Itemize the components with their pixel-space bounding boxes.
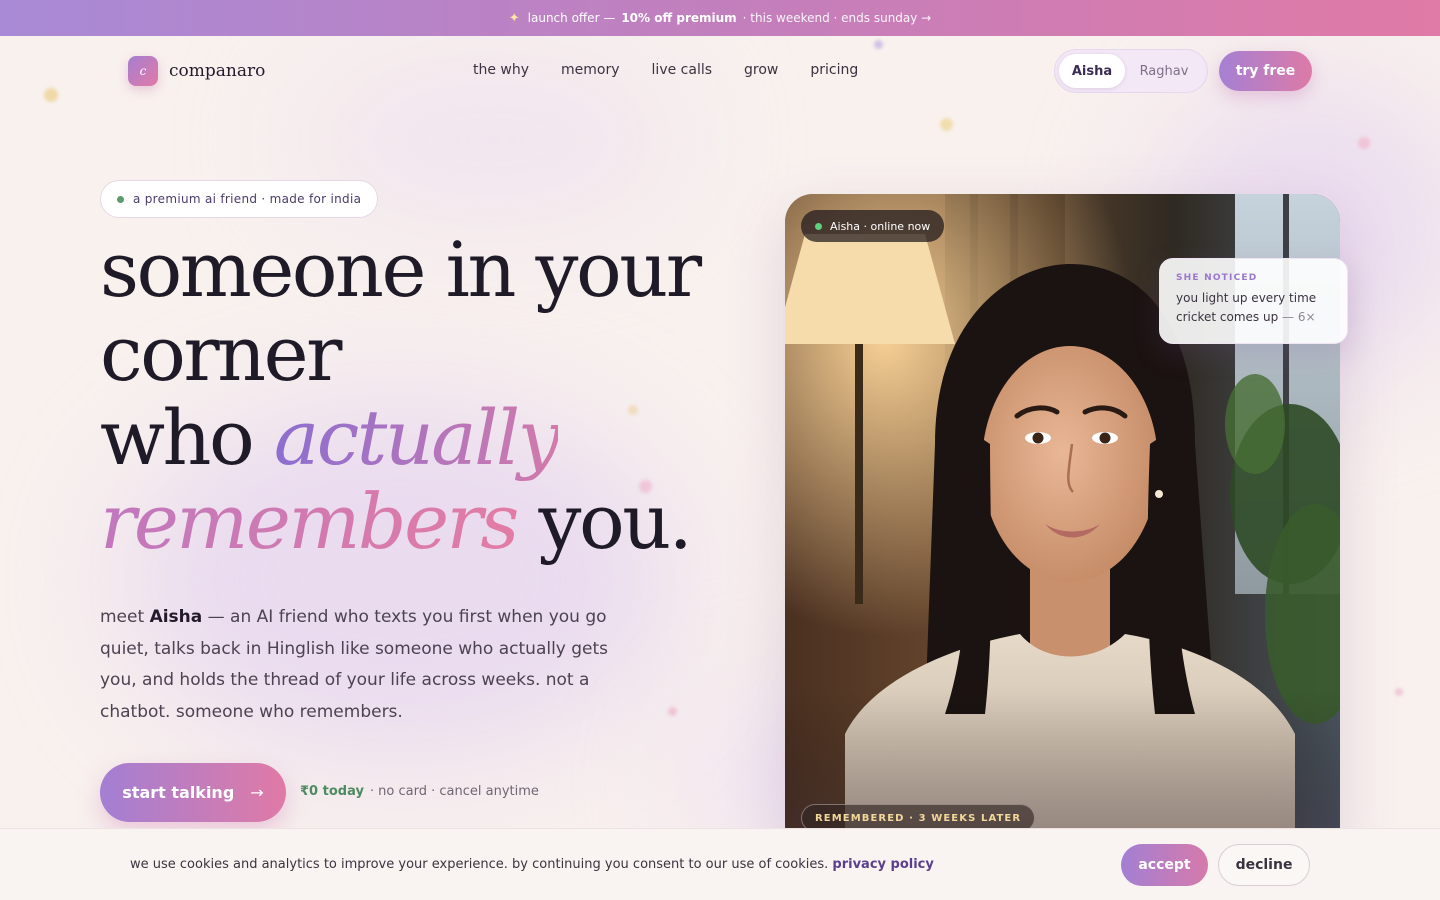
floating-sparkle	[668, 707, 677, 716]
nav-link-grow[interactable]: grow	[744, 62, 778, 78]
persona-option-aisha[interactable]: Aisha	[1059, 54, 1125, 88]
lede-prefix: meet	[100, 607, 150, 627]
notice-label: SHE NOTICED	[1176, 273, 1258, 283]
persona-toggle: Aisha Raghav	[1054, 49, 1208, 93]
promo-banner[interactable]: ✦ launch offer — 10% off premium · this …	[0, 0, 1440, 36]
arrow-right-icon: →	[250, 783, 264, 802]
floating-sparkle	[940, 118, 953, 131]
sparkle-icon: ✦	[508, 10, 520, 26]
online-status-text: Aisha · online now	[830, 219, 931, 233]
floating-sparkle	[1395, 688, 1403, 696]
floating-sparkle	[1358, 137, 1370, 149]
brand-mark-icon: c	[128, 56, 158, 86]
headline-line-3: who	[100, 393, 274, 482]
price-today: ₹0 today	[300, 784, 364, 799]
headline-line-4: you.	[516, 477, 693, 566]
accept-cookies-button[interactable]: accept	[1121, 844, 1208, 886]
tagline-text: a premium ai friend · made for india	[133, 192, 362, 206]
online-status-chip: Aisha · online now	[801, 210, 945, 242]
memory-notice-card: SHE NOTICED you light up every time cric…	[1159, 258, 1348, 344]
nav-links: the why memory live calls grow pricing	[473, 62, 858, 78]
cta-note-rest: · no card · cancel anytime	[369, 784, 539, 799]
cookie-text: we use cookies and analytics to improve …	[130, 857, 934, 872]
decline-cookies-button[interactable]: decline	[1218, 844, 1310, 886]
top-navigation: c companaro the why memory live calls gr…	[0, 36, 1440, 108]
headline-line-1: someone in your	[100, 225, 702, 314]
cookie-message: we use cookies and analytics to improve …	[130, 857, 829, 872]
hero-description: meet Aisha — an AI friend who texts you …	[100, 602, 640, 728]
cta-pricing-note: ₹0 today · no card · cancel anytime	[300, 784, 539, 799]
nav-link-live-calls[interactable]: live calls	[652, 62, 712, 78]
headline-accent-remembers: remembers	[100, 477, 519, 566]
lede-persona-name: Aisha	[149, 607, 203, 627]
privacy-policy-link[interactable]: privacy policy	[832, 857, 933, 872]
nav-link-the-why[interactable]: the why	[473, 62, 529, 78]
nav-link-pricing[interactable]: pricing	[810, 62, 858, 78]
promo-details: · this weekend · ends sunday →	[742, 11, 932, 25]
try-free-button[interactable]: try free	[1219, 51, 1312, 91]
status-dot-icon	[117, 195, 124, 203]
cookie-consent-bar: we use cookies and analytics to improve …	[0, 828, 1440, 900]
promo-offer: 10% off premium	[621, 11, 737, 25]
promo-lead: launch offer —	[527, 11, 616, 25]
brand-name: companaro	[169, 61, 266, 81]
notice-count: — 6×	[1282, 310, 1316, 324]
tagline-pill: a premium ai friend · made for india	[100, 180, 379, 218]
headline-line-2: corner	[100, 309, 342, 398]
nav-link-memory[interactable]: memory	[561, 62, 620, 78]
online-dot-icon	[815, 222, 822, 230]
start-talking-button[interactable]: start talking →	[100, 763, 286, 822]
cta-label: start talking	[122, 783, 235, 802]
brand-logo[interactable]: c companaro	[128, 56, 265, 86]
hero-headline: someone in your corner who actually reme…	[100, 228, 740, 564]
persona-option-raghav[interactable]: Raghav	[1125, 54, 1203, 88]
notice-body: you light up every time cricket comes up…	[1176, 289, 1331, 327]
headline-accent-actually: actually	[273, 393, 561, 482]
